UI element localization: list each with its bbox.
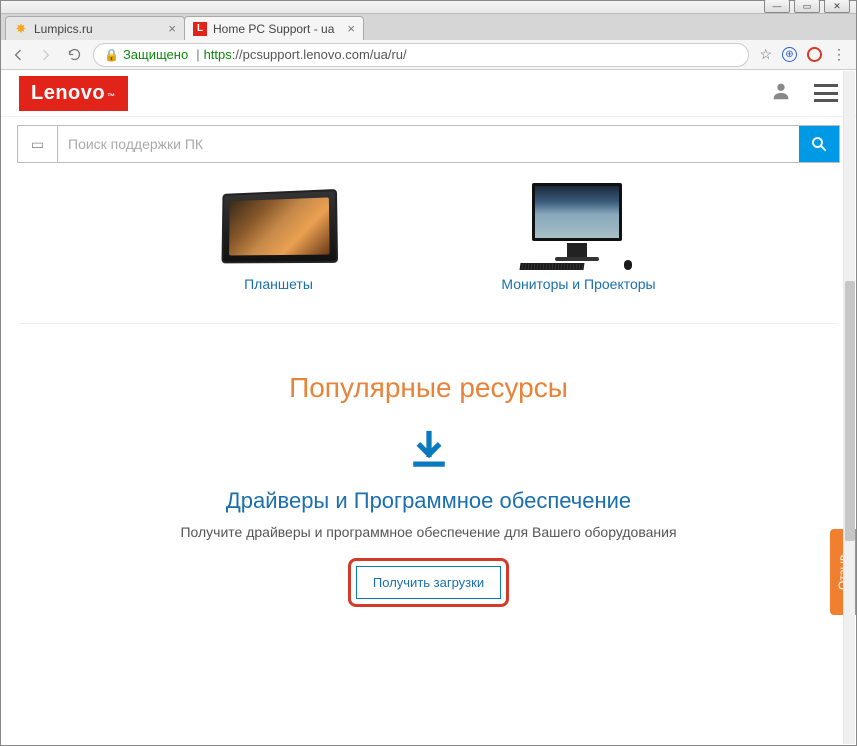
url-field[interactable]: 🔒 Защищено | https://pcsupport.lenovo.co… [93,43,749,67]
tablet-image [189,181,369,269]
secure-label: Защищено [123,47,188,62]
divider [19,323,838,324]
hamburger-menu-icon[interactable] [814,84,838,102]
window-close-button[interactable]: ✕ [824,0,850,13]
url-text: ://pcsupport.lenovo.com/ua/ru/ [232,47,407,62]
page-header: Lenovo™ [1,70,856,117]
page-content: Планшеты Мониторы и Проекторы Популярные… [1,169,856,607]
download-icon [1,430,856,472]
drivers-section-desc: Получите драйверы и программное обеспече… [1,524,856,540]
star-icon[interactable]: ☆ [759,46,772,63]
forward-button[interactable] [37,46,55,64]
product-label: Планшеты [189,275,369,295]
get-downloads-button[interactable]: Получить загрузки [356,566,501,599]
close-icon[interactable]: × [168,21,176,36]
search-input[interactable] [58,126,799,162]
search-button[interactable] [799,126,839,162]
opera-icon[interactable] [807,47,822,62]
back-button[interactable] [9,46,27,64]
url-protocol: https [204,47,232,62]
trademark-icon: ™ [107,92,116,101]
kebab-menu-icon[interactable]: ⋮ [832,46,846,63]
window-minimize-button[interactable]: — [764,0,790,13]
scrollbar-thumb[interactable] [845,281,855,541]
product-label: Мониторы и Проекторы [489,275,669,295]
tab-title: Lumpics.ru [34,22,164,36]
device-type-icon[interactable]: ▭ [18,126,58,162]
popular-resources-heading: Популярные ресурсы [1,344,856,430]
tab-title: Home PC Support - ua [213,22,343,36]
highlight-annotation: Получить загрузки [348,558,509,607]
monitor-image [489,181,669,269]
lenovo-favicon-icon: L [193,22,207,36]
search-bar: ▭ [1,117,856,169]
window-maximize-button[interactable]: ▭ [794,0,820,13]
lenovo-logo[interactable]: Lenovo™ [19,76,128,111]
browser-window: — ▭ ✕ ✸ Lumpics.ru × L Home PC Support -… [0,0,857,746]
tab-strip: ✸ Lumpics.ru × L Home PC Support - ua × [1,14,856,40]
logo-text: Lenovo [31,82,105,105]
address-bar: 🔒 Защищено | https://pcsupport.lenovo.co… [1,40,856,70]
close-icon[interactable]: × [347,21,355,36]
sun-icon: ✸ [14,22,28,36]
account-icon[interactable] [770,80,792,107]
scrollbar-track[interactable] [843,71,855,744]
lock-icon: 🔒 [104,48,119,62]
globe-icon[interactable]: ⊕ [782,47,797,62]
drivers-section-title: Драйверы и Программное обеспечение [1,488,856,514]
tab-lenovo-support[interactable]: L Home PC Support - ua × [184,16,364,40]
window-titlebar: — ▭ ✕ [1,1,856,14]
tab-lumpics[interactable]: ✸ Lumpics.ru × [5,16,185,40]
reload-button[interactable] [65,46,83,64]
product-monitors[interactable]: Мониторы и Проекторы [489,181,669,295]
product-tablets[interactable]: Планшеты [189,181,369,295]
